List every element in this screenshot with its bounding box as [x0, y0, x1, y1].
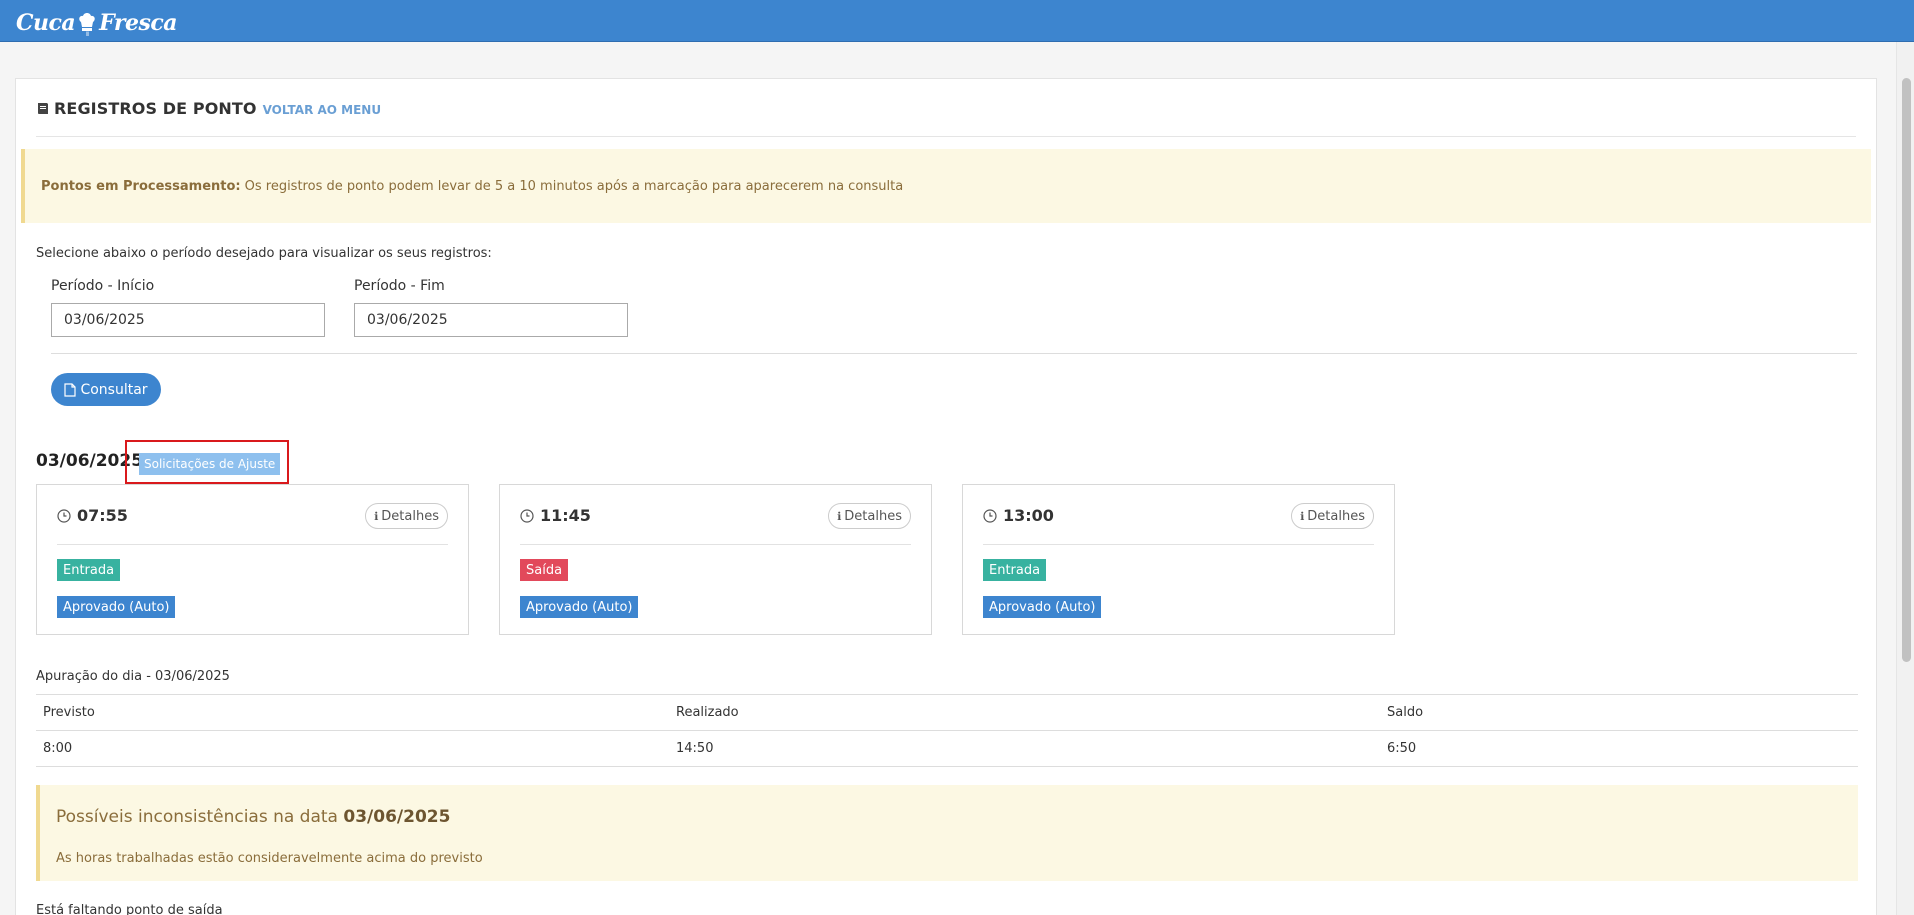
- book-icon: [38, 103, 48, 114]
- column-header-realizado: Realizado: [676, 705, 739, 720]
- start-date-label: Período - Início: [51, 278, 155, 294]
- processing-alert: Pontos em Processamento: Os registros de…: [21, 149, 1871, 223]
- inconsistency-alert: Possíveis inconsistências na data 03/06/…: [36, 785, 1858, 881]
- table-row: 8:00 14:50 6:50: [36, 731, 1858, 767]
- punch-type-badge: Saída: [520, 559, 569, 581]
- cell-previsto: 8:00: [43, 741, 73, 756]
- details-button[interactable]: ℹ Detalhes: [828, 503, 911, 529]
- punch-card: 13:00 ℹ Detalhes Entrada Aprovado (Auto): [962, 484, 1395, 635]
- inconsistency-heading: Possíveis inconsistências na data 03/06/…: [56, 807, 450, 827]
- period-instruction: Selecione abaixo o período desejado para…: [36, 246, 492, 261]
- top-navbar: Cuca ||| Fresca: [0, 0, 1914, 42]
- logo-chef-hat-icon: |||: [79, 13, 95, 36]
- page-header: REGISTROS DE PONTO VOLTAR AO MENU: [36, 99, 1856, 137]
- punch-time: 07:55: [57, 506, 128, 525]
- page-scrollbar[interactable]: [1896, 42, 1914, 915]
- punch-divider: [983, 544, 1374, 545]
- details-button[interactable]: ℹ Detalhes: [365, 503, 448, 529]
- app-logo[interactable]: Cuca ||| Fresca: [16, 6, 178, 36]
- end-date-label: Período - Fim: [354, 278, 445, 294]
- info-icon: ℹ: [374, 509, 379, 523]
- cell-realizado: 14:50: [676, 741, 714, 756]
- punch-time-value: 07:55: [77, 506, 128, 525]
- day-summary-title: Apuração do dia - 03/06/2025: [36, 669, 230, 684]
- inconsistency-message: As horas trabalhadas estão consideravelm…: [56, 851, 483, 866]
- clock-icon: [57, 508, 71, 523]
- punch-time-value: 11:45: [540, 506, 591, 525]
- column-header-saldo: Saldo: [1387, 705, 1424, 720]
- column-header-previsto: Previsto: [43, 705, 95, 720]
- punch-type-badge: Entrada: [57, 559, 121, 581]
- clock-icon: [520, 508, 534, 523]
- punch-time: 13:00: [983, 506, 1054, 525]
- details-button[interactable]: ℹ Detalhes: [1291, 503, 1374, 529]
- punch-divider: [57, 544, 448, 545]
- punch-status-badge: Aprovado (Auto): [983, 596, 1102, 618]
- page-title: REGISTROS DE PONTO: [54, 99, 257, 118]
- cell-saldo: 6:50: [1387, 741, 1417, 756]
- punch-card: 07:55 ℹ Detalhes Entrada Aprovado (Auto): [36, 484, 469, 635]
- processing-alert-title: Pontos em Processamento:: [41, 178, 241, 194]
- punch-time-value: 13:00: [1003, 506, 1054, 525]
- inconsistency-heading-date: 03/06/2025: [343, 807, 451, 827]
- clock-icon: [983, 508, 997, 523]
- scrollbar-thumb[interactable]: [1902, 78, 1911, 662]
- punch-status-badge: Aprovado (Auto): [520, 596, 639, 618]
- details-button-label: Detalhes: [844, 508, 902, 524]
- consultar-button-label: Consultar: [80, 381, 148, 398]
- processing-alert-text: Os registros de ponto podem levar de 5 a…: [244, 178, 904, 194]
- logo-word-1: Cuca: [16, 10, 76, 36]
- logo-word-2: Fresca: [99, 10, 178, 36]
- punch-status-badge: Aprovado (Auto): [57, 596, 176, 618]
- info-icon: ℹ: [1300, 509, 1305, 523]
- svg-text:|||: |||: [86, 31, 89, 36]
- punch-type-badge: Entrada: [983, 559, 1047, 581]
- consultar-button[interactable]: Consultar: [51, 373, 161, 406]
- form-divider: [51, 353, 1857, 354]
- main-card: REGISTROS DE PONTO VOLTAR AO MENU Pontos…: [15, 78, 1877, 915]
- inconsistency-heading-text: Possíveis inconsistências na data: [56, 807, 338, 827]
- end-date-input[interactable]: [354, 303, 628, 337]
- highlight-annotation: [125, 440, 289, 484]
- table-header-row: Previsto Realizado Saldo: [36, 695, 1858, 731]
- back-to-menu-link[interactable]: VOLTAR AO MENU: [263, 103, 382, 117]
- start-date-input[interactable]: [51, 303, 325, 337]
- details-button-label: Detalhes: [1307, 508, 1365, 524]
- missing-punch-note: Está faltando ponto de saída: [36, 903, 223, 915]
- punch-divider: [520, 544, 911, 545]
- details-button-label: Detalhes: [381, 508, 439, 524]
- punch-time: 11:45: [520, 506, 591, 525]
- day-summary-table: Previsto Realizado Saldo 8:00 14:50 6:50: [36, 694, 1858, 767]
- punch-card: 11:45 ℹ Detalhes Saída Aprovado (Auto): [499, 484, 932, 635]
- info-icon: ℹ: [837, 509, 842, 523]
- document-icon: [64, 382, 77, 397]
